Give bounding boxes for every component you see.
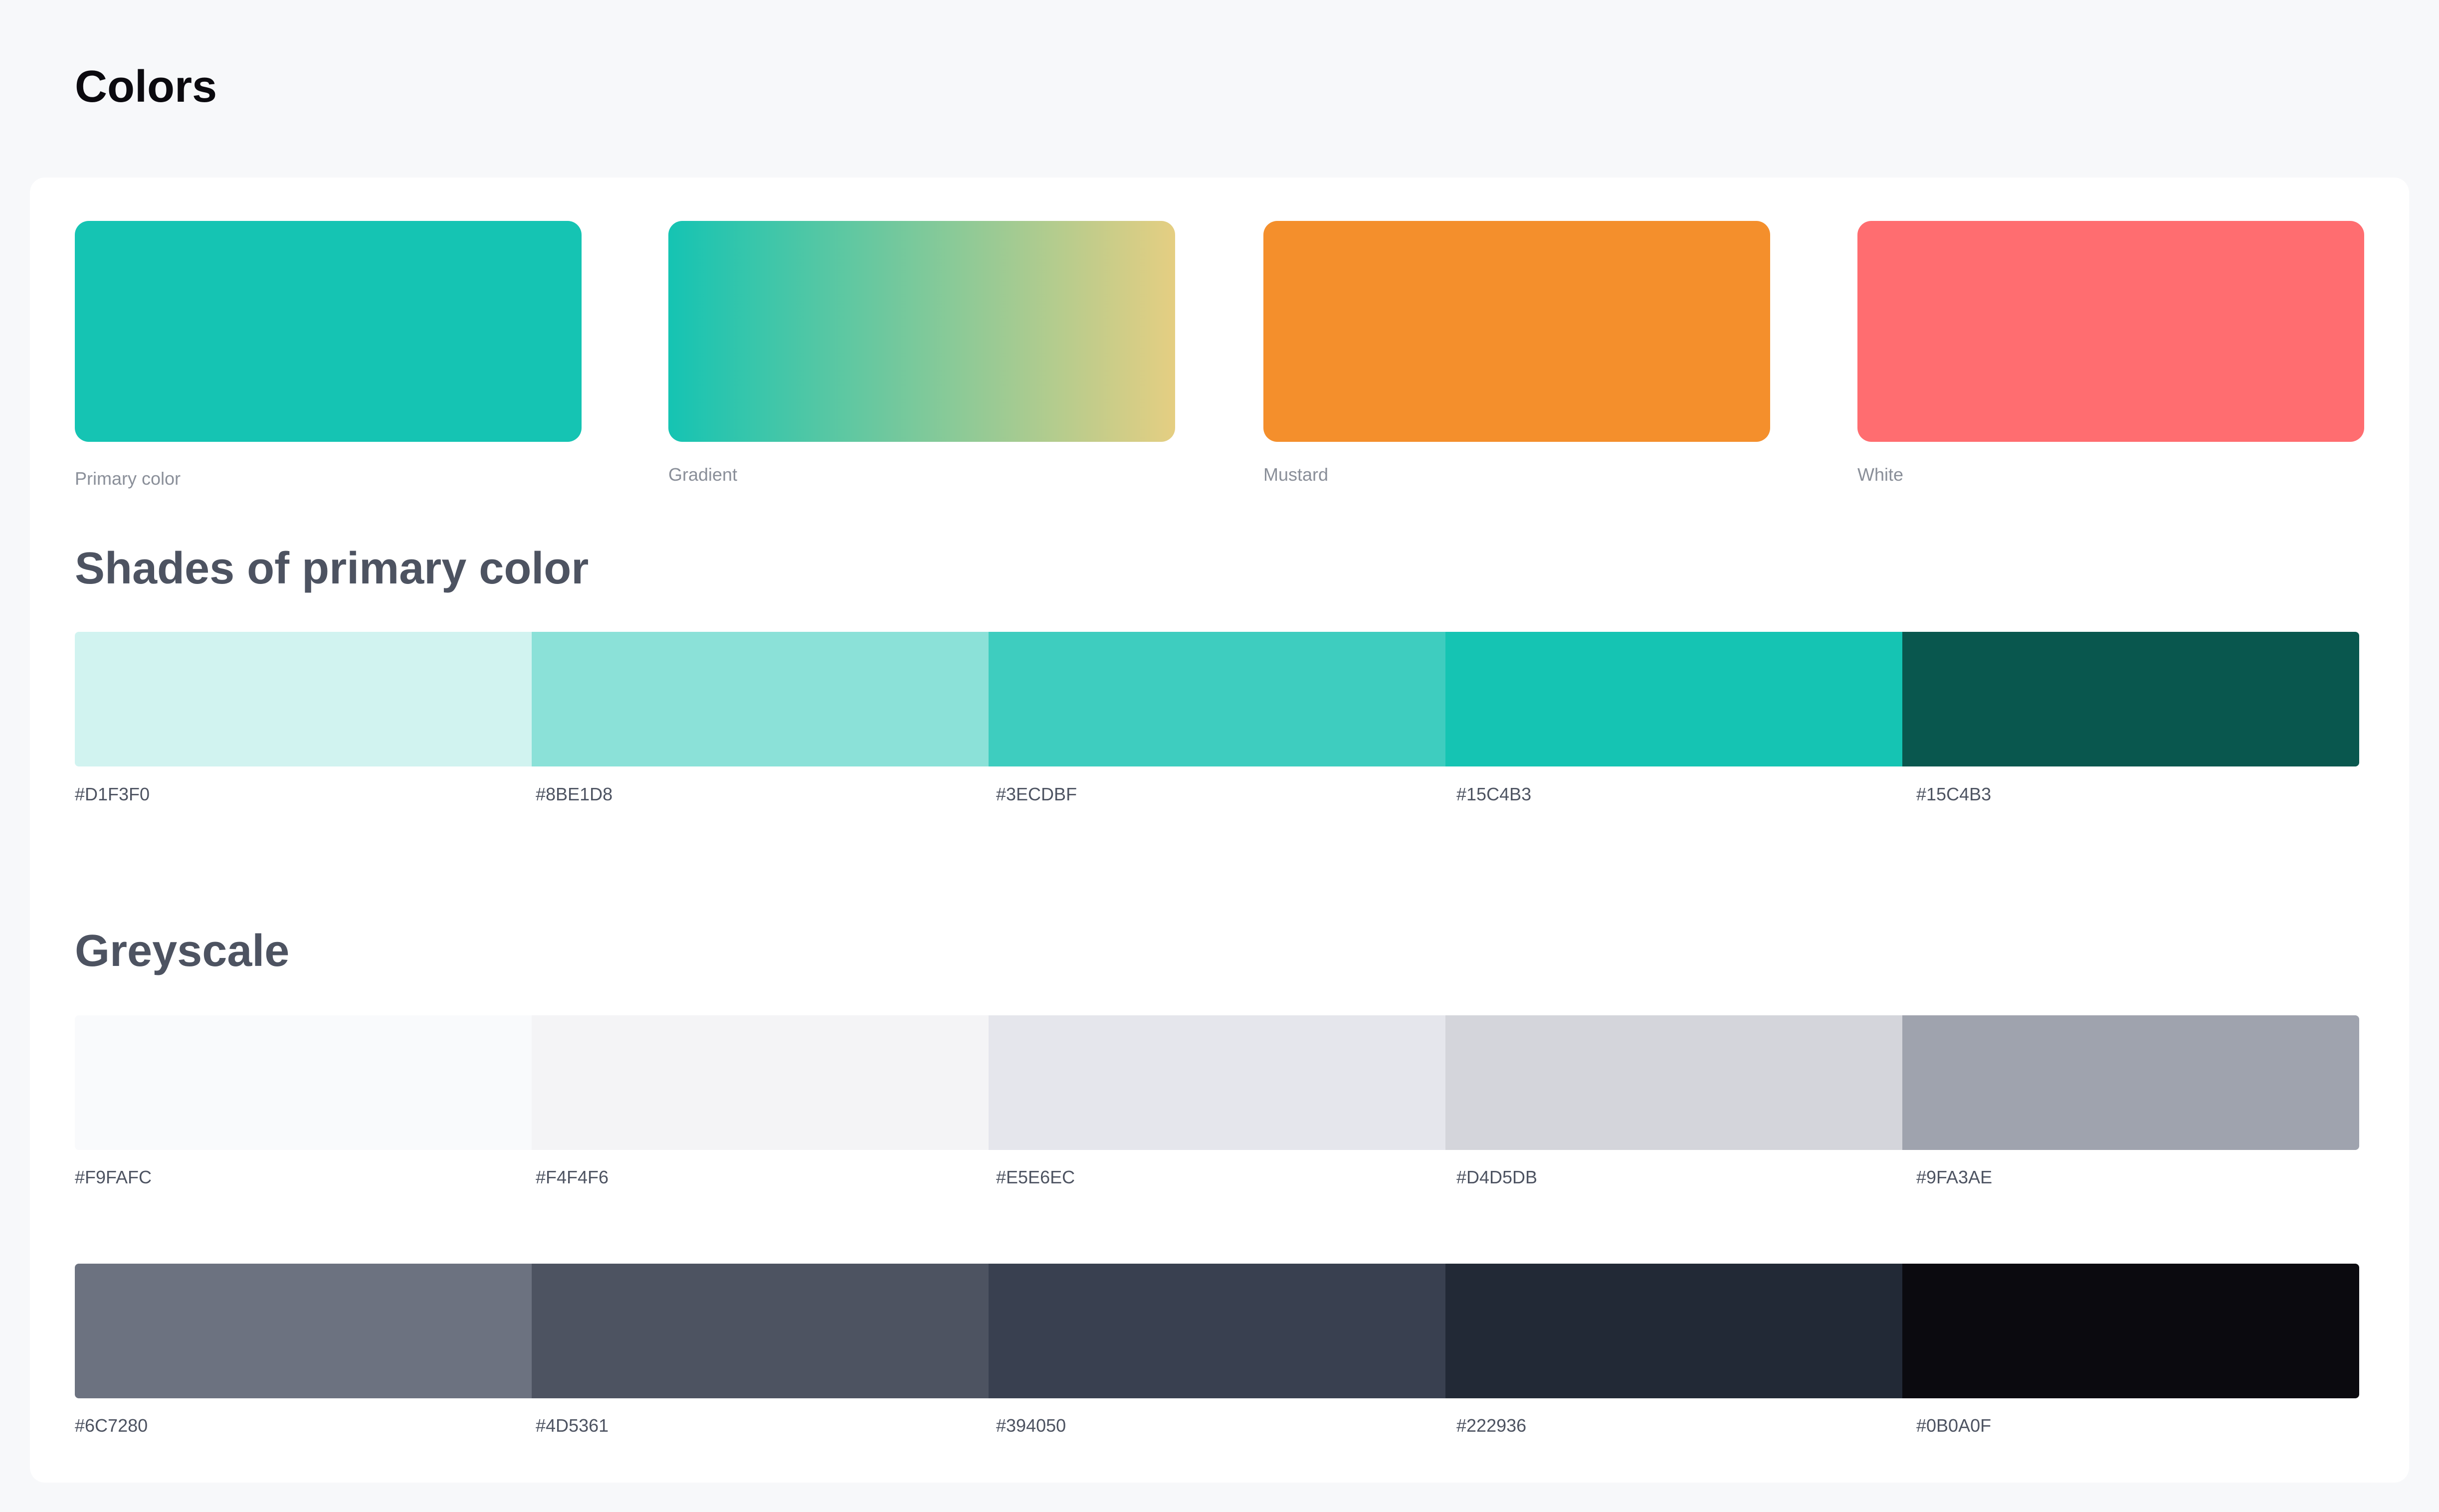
white-label: White (1857, 464, 1904, 485)
greyscale-light-hex-row: #F9FAFC #F4F4F6 #E5E6EC #D4D5DB #9FA3AE (75, 1168, 2359, 1193)
primary-shade-swatch[interactable] (989, 632, 1445, 766)
greyscale-hex: #222936 (1456, 1415, 1527, 1436)
greyscale-hex: #D4D5DB (1456, 1167, 1538, 1187)
greyscale-swatch[interactable] (75, 1264, 532, 1398)
greyscale-hex: #E5E6EC (996, 1167, 1075, 1187)
primary-color-swatch[interactable] (75, 221, 582, 442)
primary-shade-swatch[interactable] (75, 632, 532, 766)
greyscale-hex: #0B0A0F (1916, 1415, 1992, 1436)
greyscale-title: Greyscale (75, 926, 290, 976)
greyscale-dark-strip (75, 1264, 2359, 1398)
primary-shade-hex: #15C4B3 (1456, 784, 1532, 804)
primary-shades-strip (75, 632, 2359, 766)
primary-shades-title: Shades of primary color (75, 544, 589, 593)
greyscale-swatch[interactable] (989, 1264, 1445, 1398)
greyscale-swatch[interactable] (1445, 1264, 1902, 1398)
mustard-swatch[interactable] (1263, 221, 1770, 442)
gradient-label: Gradient (668, 464, 738, 485)
greyscale-swatch[interactable] (532, 1015, 989, 1150)
colors-card: Primary color Gradient Mustard White Sha… (30, 178, 2409, 1483)
greyscale-dark-hex-row: #6C7280 #4D5361 #394050 #222936 #0B0A0F (75, 1417, 2359, 1442)
primary-color-label: Primary color (75, 468, 181, 489)
greyscale-swatch[interactable] (532, 1264, 989, 1398)
greyscale-swatch[interactable] (75, 1015, 532, 1150)
greyscale-hex: #F4F4F6 (536, 1167, 609, 1187)
greyscale-swatch[interactable] (1445, 1015, 1902, 1150)
white-swatch[interactable] (1857, 221, 2364, 442)
primary-shade-hex: #8BE1D8 (536, 784, 613, 804)
greyscale-swatch[interactable] (1902, 1264, 2359, 1398)
greyscale-swatch[interactable] (989, 1015, 1445, 1150)
greyscale-hex: #6C7280 (75, 1415, 148, 1436)
greyscale-hex: #4D5361 (536, 1415, 609, 1436)
greyscale-hex: #F9FAFC (75, 1167, 152, 1187)
page-title: Colors (75, 62, 217, 112)
primary-shade-swatch[interactable] (1902, 632, 2359, 766)
greyscale-swatch[interactable] (1902, 1015, 2359, 1150)
mustard-label: Mustard (1263, 464, 1329, 485)
greyscale-light-strip (75, 1015, 2359, 1150)
greyscale-hex: #9FA3AE (1916, 1167, 1993, 1187)
primary-shade-swatch[interactable] (1445, 632, 1902, 766)
primary-shades-hex-row: #D1F3F0 #8BE1D8 #3ECDBF #15C4B3 #15C4B3 (75, 785, 2359, 810)
primary-shade-hex: #3ECDBF (996, 784, 1077, 804)
gradient-swatch[interactable] (668, 221, 1175, 442)
primary-shade-hex: #D1F3F0 (75, 784, 150, 804)
primary-shade-hex: #15C4B3 (1916, 784, 1992, 804)
primary-shade-swatch[interactable] (532, 632, 989, 766)
greyscale-hex: #394050 (996, 1415, 1066, 1436)
colors-page: Colors Primary color Gradient Mustard Wh… (0, 0, 2439, 1512)
